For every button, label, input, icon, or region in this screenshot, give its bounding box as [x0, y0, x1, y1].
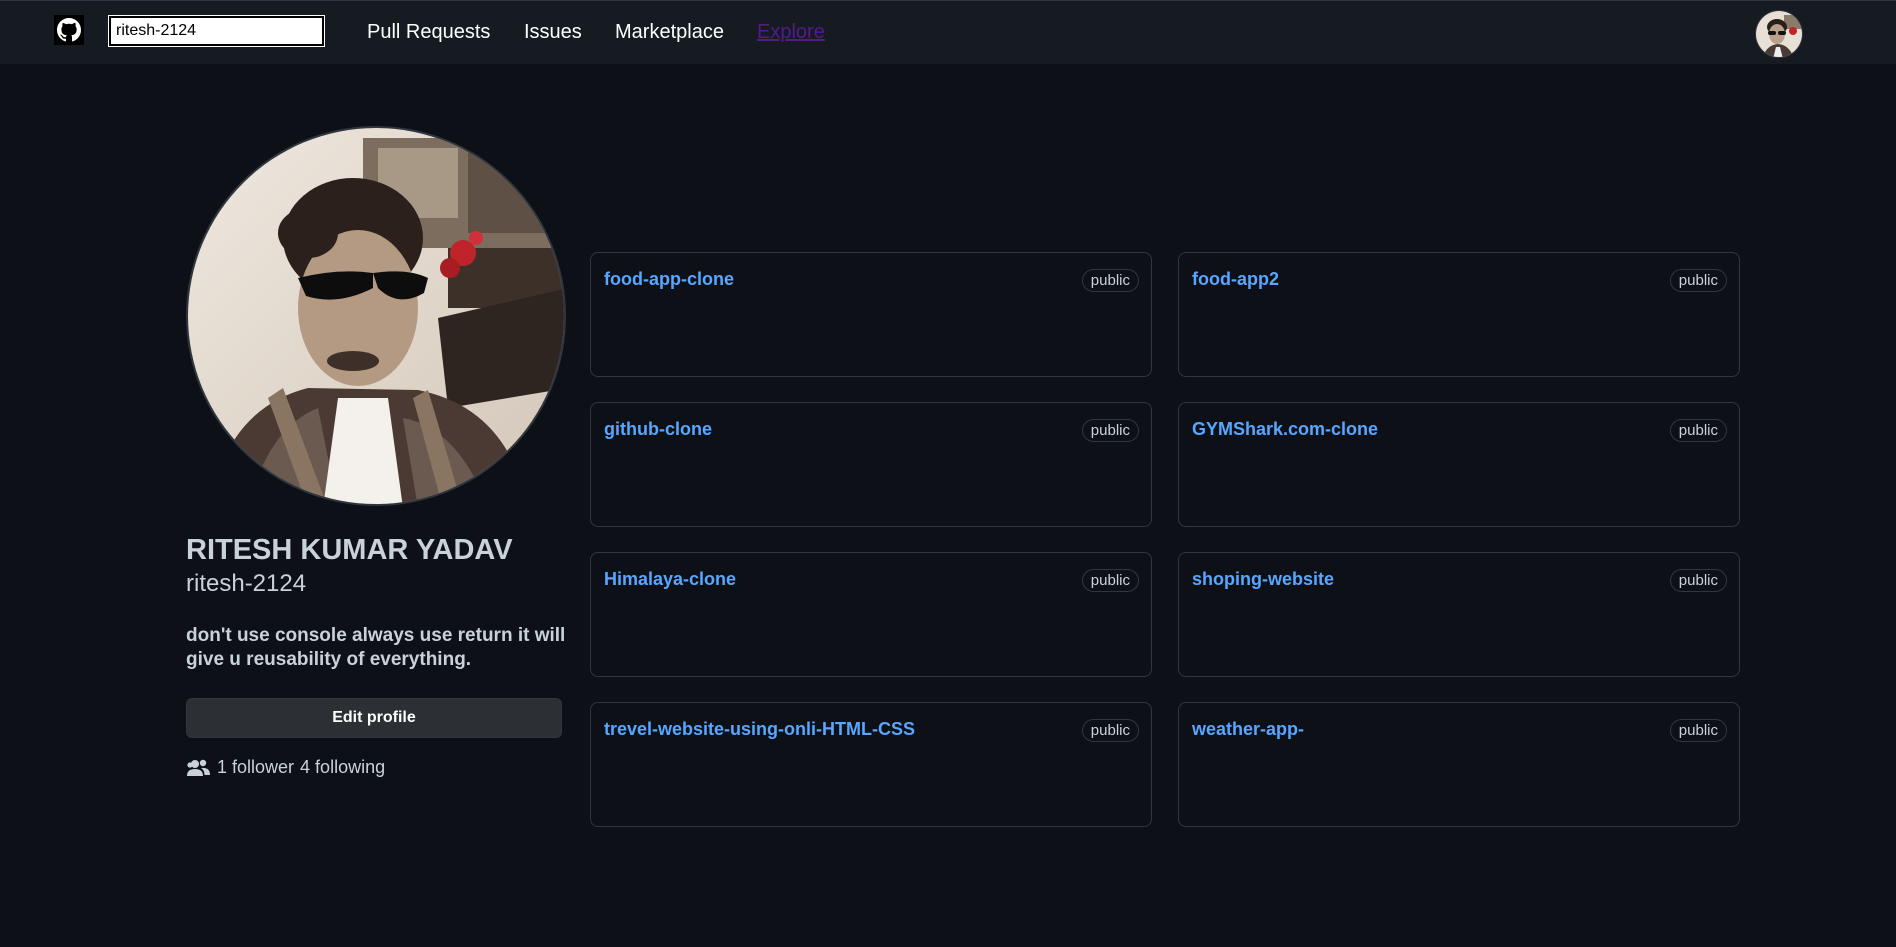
visibility-badge: public — [1669, 419, 1727, 442]
nav-explore[interactable]: Explore — [757, 21, 825, 44]
repo-card: GYMShark.com-clone public — [1178, 402, 1740, 527]
nav-marketplace[interactable]: Marketplace — [615, 21, 724, 44]
repo-card: food-app-clone public — [590, 252, 1152, 377]
repo-link[interactable]: github-clone — [604, 419, 712, 440]
profile-photo — [186, 126, 566, 506]
following-link[interactable]: 4 following — [300, 757, 385, 778]
profile-full-name: RITESH KUMAR YADAV — [186, 534, 513, 566]
repo-link[interactable]: trevel-website-using-onli-HTML-CSS — [604, 719, 915, 740]
repo-link[interactable]: food-app2 — [1192, 269, 1279, 290]
followers-link[interactable]: 1 follower — [217, 757, 294, 778]
visibility-badge: public — [1081, 419, 1139, 442]
user-avatar[interactable] — [1755, 10, 1803, 58]
repo-link[interactable]: GYMShark.com-clone — [1192, 419, 1378, 440]
top-navbar: Pull Requests Issues Marketplace Explore — [0, 0, 1896, 64]
people-icon — [186, 758, 211, 778]
repo-card: github-clone public — [590, 402, 1152, 527]
repo-link[interactable]: Himalaya-clone — [604, 569, 736, 590]
repo-card: trevel-website-using-onli-HTML-CSS publi… — [590, 702, 1152, 827]
profile-username: ritesh-2124 — [186, 570, 307, 597]
edit-profile-button[interactable]: Edit profile — [186, 698, 562, 738]
repo-link[interactable]: shoping-website — [1192, 569, 1334, 590]
repo-link[interactable]: food-app-clone — [604, 269, 734, 290]
follow-stats: 1 follower 4 following — [186, 757, 385, 778]
visibility-badge: public — [1669, 719, 1727, 742]
github-logo-icon[interactable] — [54, 15, 84, 45]
nav-pull-requests[interactable]: Pull Requests — [367, 21, 490, 44]
visibility-badge: public — [1081, 569, 1139, 592]
nav-issues[interactable]: Issues — [524, 21, 582, 44]
repo-link[interactable]: weather-app- — [1192, 719, 1304, 740]
repo-card: food-app2 public — [1178, 252, 1740, 377]
visibility-badge: public — [1081, 719, 1139, 742]
repo-card: shoping-website public — [1178, 552, 1740, 677]
visibility-badge: public — [1669, 269, 1727, 292]
visibility-badge: public — [1081, 269, 1139, 292]
repo-card: weather-app- public — [1178, 702, 1740, 827]
profile-bio: don't use console always use return it w… — [186, 625, 566, 670]
search-input[interactable] — [108, 15, 325, 47]
repo-card: Himalaya-clone public — [590, 552, 1152, 677]
visibility-badge: public — [1669, 569, 1727, 592]
